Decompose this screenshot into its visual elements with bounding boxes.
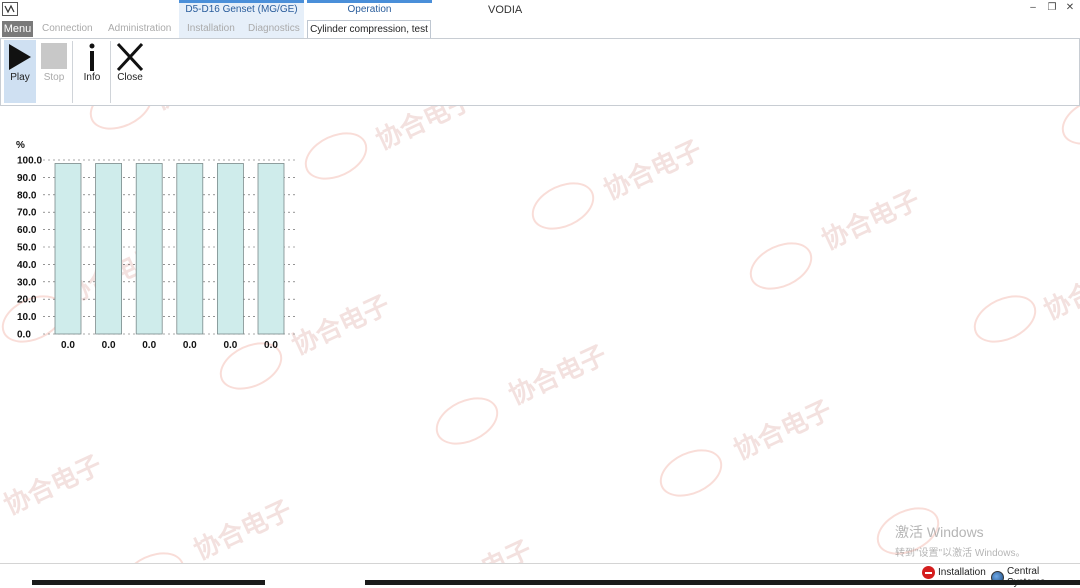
bar: [176, 163, 204, 335]
bar-value-label: 0.0: [264, 340, 278, 351]
bar: [135, 163, 163, 335]
tab-administration[interactable]: Administration: [108, 21, 171, 37]
tab-diagnostics[interactable]: Diagnostics: [248, 21, 300, 37]
y-tick-label: 100.0: [17, 156, 42, 167]
bar-value-label: 0.0: [102, 340, 116, 351]
watermark-text: 协合电子: [1039, 255, 1080, 327]
y-tick-label: 0.0: [17, 330, 31, 341]
watermark-text: 协合电子: [189, 495, 297, 567]
y-axis-label: %: [16, 140, 25, 151]
operation-group-label: Operation: [347, 4, 392, 15]
info-label: Info: [83, 72, 101, 83]
stop-button[interactable]: Stop: [38, 40, 70, 103]
activate-windows-title: 激活 Windows: [895, 524, 984, 540]
y-tick-label: 20.0: [17, 295, 37, 306]
bar-value-label: 0.0: [183, 340, 197, 351]
watermark-logo-icon: [652, 440, 730, 506]
product-group-strip: [179, 0, 304, 3]
watermark-logo-icon: [742, 233, 820, 299]
minimize-button[interactable]: –: [1026, 2, 1040, 14]
y-tick-label: 40.0: [17, 260, 37, 271]
app-icon[interactable]: [2, 2, 18, 16]
watermark-text: 协合电子: [599, 135, 707, 207]
watermark-text: 协合电子: [817, 185, 925, 257]
operation-group-strip: [307, 0, 432, 3]
stop-icon: [41, 43, 67, 69]
status-installation[interactable]: Installation: [922, 566, 986, 579]
tab-connection[interactable]: Connection: [42, 21, 93, 37]
activate-windows-notice: 激活 Windows 转到"设置"以激活 Windows。: [895, 522, 1025, 559]
product-group-label: D5-D16 Genset (MG/GE): [185, 4, 298, 15]
status-installation-label: Installation: [938, 567, 986, 578]
y-tick-label: 80.0: [17, 190, 37, 201]
app-title: VODIA: [488, 4, 523, 16]
watermark-text: 协合电子: [0, 450, 107, 522]
taskbar-strip: [0, 580, 1080, 585]
y-tick-label: 30.0: [17, 277, 37, 288]
watermark-logo-icon: [428, 388, 506, 454]
play-button[interactable]: Play: [4, 40, 36, 103]
restore-button[interactable]: ❐: [1045, 2, 1059, 14]
ribbon-toolbar: Play Stop Info Close: [0, 38, 1080, 106]
info-button[interactable]: Info: [76, 40, 108, 103]
activate-windows-subtitle: 转到"设置"以激活 Windows。: [895, 548, 1026, 559]
watermark-text: 协合电子: [504, 340, 612, 412]
y-tick-label: 60.0: [17, 225, 37, 236]
ribbon-separator: [110, 41, 111, 103]
y-tick-label: 10.0: [17, 312, 37, 323]
watermark-text: 协合电子: [729, 395, 837, 467]
watermark-logo-icon: [524, 173, 602, 239]
play-icon: [9, 44, 31, 70]
close-icon: [116, 42, 144, 72]
tab-installation[interactable]: Installation: [187, 21, 235, 37]
bar: [257, 163, 285, 335]
y-tick-label: 50.0: [17, 243, 37, 254]
taskbar-gap: [265, 580, 365, 585]
menu-tab[interactable]: Menu: [2, 21, 33, 37]
bar: [54, 163, 82, 335]
bar-value-label: 0.0: [223, 340, 237, 351]
info-icon: [89, 43, 95, 71]
close-button[interactable]: Close: [113, 40, 147, 103]
watermark-logo-icon: [966, 286, 1044, 352]
ribbon-separator: [72, 41, 73, 103]
bar: [95, 163, 122, 335]
y-tick-label: 70.0: [17, 208, 37, 219]
tab-cylinder-compression-test[interactable]: Cylinder compression, test: [307, 20, 431, 39]
stop-sign-icon: [922, 566, 935, 579]
stop-label: Stop: [43, 72, 65, 83]
bar-value-label: 0.0: [61, 340, 75, 351]
y-tick-label: 90.0: [17, 173, 37, 184]
taskbar-gap: [0, 580, 32, 585]
bar-value-label: 0.0: [142, 340, 156, 351]
close-window-button[interactable]: ✕: [1063, 2, 1077, 14]
compression-bar-chart: % 100.0 90.0 80.0 70.0 60.0 50.0 40.0 30.0 20.0 10…: [16, 140, 296, 351]
bar: [216, 163, 244, 335]
close-label: Close: [117, 72, 143, 83]
title-bar: Menu Connection Administration Installat…: [0, 0, 1080, 39]
compression-chart: % 100.0 90.0 80.0 70.0 60.0 50.0 40.0 30.0 20.0 10…: [0, 130, 320, 360]
play-label: Play: [10, 72, 30, 83]
